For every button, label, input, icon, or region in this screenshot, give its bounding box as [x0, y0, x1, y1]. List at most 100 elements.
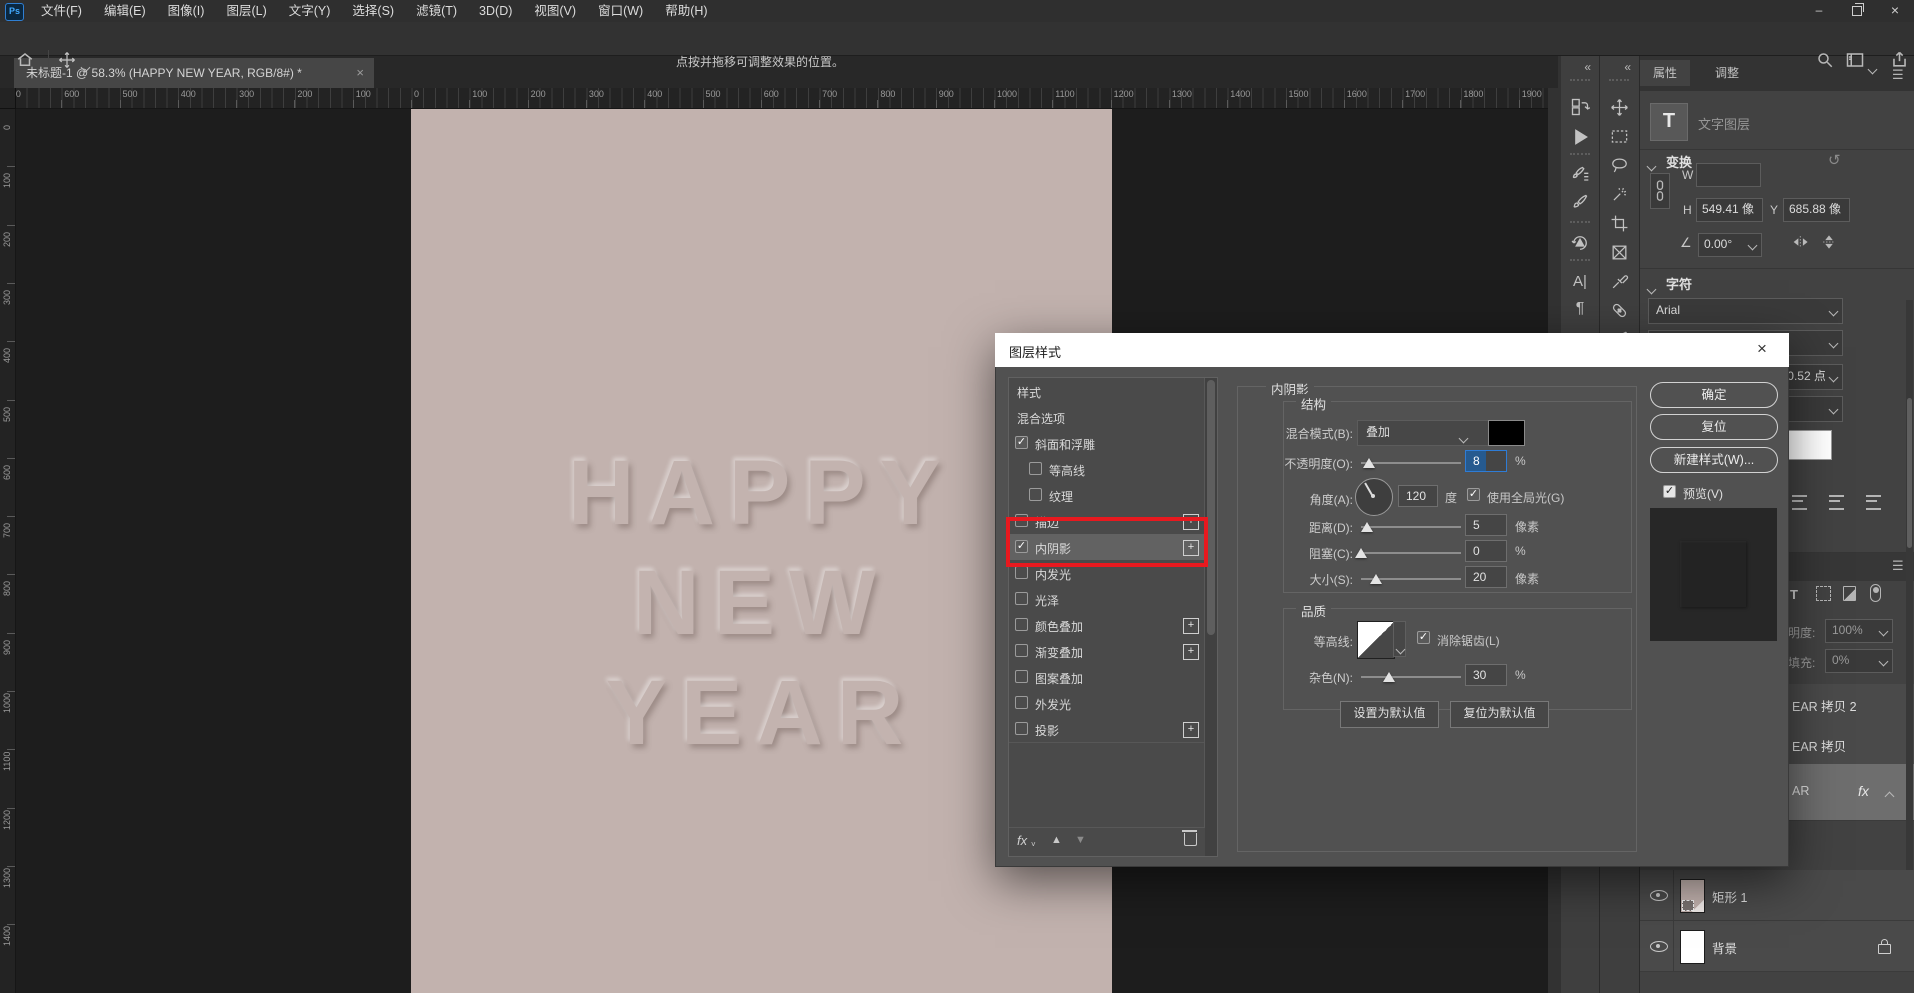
style-row-外发光[interactable]: 外发光 — [1009, 690, 1205, 717]
unchecked-checkbox[interactable] — [1015, 592, 1028, 605]
move-tool-icon[interactable] — [1607, 95, 1631, 119]
align-justify-icon[interactable] — [1829, 495, 1844, 510]
distance-slider-thumb[interactable] — [1361, 522, 1373, 532]
angle-dial[interactable] — [1355, 478, 1393, 516]
choke-value-field[interactable]: 0 — [1465, 540, 1507, 562]
filter-attribute-toggle-icon[interactable] — [1870, 584, 1881, 602]
shadow-color-swatch[interactable] — [1488, 420, 1525, 446]
contour-thumbnail[interactable] — [1357, 621, 1395, 659]
reset-button[interactable]: 复位 — [1650, 414, 1778, 440]
tab-properties[interactable]: 属性 — [1640, 60, 1690, 86]
visibility-eye-icon[interactable] — [1650, 941, 1668, 952]
unchecked-checkbox[interactable] — [1029, 462, 1042, 475]
home-icon[interactable] — [16, 51, 34, 74]
style-row-光泽[interactable]: 光泽 — [1009, 586, 1205, 613]
eyedropper-tool-icon[interactable] — [1607, 269, 1631, 293]
menu-item-4[interactable]: 文字(Y) — [278, 0, 342, 22]
history-panel-icon[interactable] — [1568, 95, 1592, 119]
unchecked-checkbox[interactable] — [1015, 722, 1028, 735]
layers-panel-menu-icon[interactable]: ☰ — [1892, 558, 1904, 574]
ok-button[interactable]: 确定 — [1650, 382, 1778, 408]
menu-item-5[interactable]: 选择(S) — [341, 0, 405, 22]
add-effect-plus-icon[interactable]: + — [1183, 722, 1199, 738]
angle-dropdown-chevron-icon[interactable] — [1744, 233, 1762, 257]
move-effect-up-icon[interactable]: ▲ — [1051, 834, 1062, 846]
crop-tool-icon[interactable] — [1607, 211, 1631, 235]
blend-mode-chevron-icon[interactable] — [1460, 429, 1467, 447]
font-family-field[interactable]: Arial — [1648, 298, 1834, 324]
noise-value-field[interactable]: 30 — [1465, 664, 1507, 686]
magic-wand-tool-icon[interactable] — [1607, 182, 1631, 206]
fill-chevron-icon[interactable] — [1875, 649, 1893, 673]
visibility-eye-icon[interactable] — [1650, 890, 1668, 901]
transform-reset-icon[interactable]: ↺ — [1828, 151, 1841, 169]
opacity-value-field[interactable]: 8 — [1465, 450, 1507, 472]
add-effect-plus-icon[interactable]: + — [1183, 618, 1199, 634]
menu-item-2[interactable]: 图像(I) — [157, 0, 216, 22]
align-right-icon[interactable] — [1866, 495, 1881, 510]
opacity-slider[interactable] — [1361, 462, 1461, 464]
filter-type-icon[interactable]: T — [1790, 587, 1798, 602]
distance-value-field[interactable]: 5 — [1465, 514, 1507, 536]
panel-scrollbar-thumb[interactable] — [1907, 398, 1912, 548]
healing-brush-tool-icon[interactable] — [1607, 298, 1631, 322]
workspace-chevron-icon[interactable] — [1869, 60, 1876, 78]
menu-item-8[interactable]: 视图(V) — [523, 0, 587, 22]
brush-settings-panel-icon[interactable] — [1568, 163, 1592, 187]
rotate-view-icon[interactable] — [1568, 231, 1592, 255]
flip-horizontal-icon[interactable] — [1792, 233, 1810, 256]
noise-slider[interactable] — [1361, 676, 1461, 678]
distance-slider[interactable] — [1361, 526, 1461, 528]
unchecked-checkbox[interactable] — [1015, 696, 1028, 709]
tab-adjustments[interactable]: 调整 — [1702, 60, 1752, 86]
antialias-checkbox[interactable]: ✓ — [1417, 631, 1430, 644]
reset-default-button[interactable]: 复位为默认值 — [1450, 701, 1549, 728]
panel-scrollbar-track[interactable] — [1906, 300, 1913, 870]
menu-item-1[interactable]: 编辑(E) — [93, 0, 157, 22]
global-light-checkbox[interactable]: ✓ — [1467, 488, 1480, 501]
style-row-渐变叠加[interactable]: 渐变叠加+ — [1009, 638, 1205, 665]
tab-close-icon[interactable]: × — [356, 58, 364, 88]
menu-item-6[interactable]: 滤镜(T) — [405, 0, 468, 22]
add-effect-plus-icon[interactable]: + — [1183, 644, 1199, 660]
style-row-颜色叠加[interactable]: 颜色叠加+ — [1009, 612, 1205, 639]
workspace-switcher-icon[interactable] — [1846, 52, 1864, 73]
align-center-icon[interactable] — [1792, 495, 1807, 510]
preview-checkbox[interactable]: ✓ — [1663, 485, 1676, 498]
layer-thumbnail[interactable] — [1680, 930, 1705, 964]
opacity-slider-thumb[interactable] — [1363, 458, 1375, 468]
move-effect-down-icon[interactable]: ▼ — [1075, 834, 1086, 846]
dialog-title-bar[interactable]: 图层样式 × — [995, 333, 1789, 367]
contour-chevron-box[interactable] — [1393, 621, 1406, 657]
actions-play-icon[interactable] — [1568, 125, 1592, 149]
noise-slider-thumb[interactable] — [1383, 672, 1395, 682]
styles-scrollbar-track[interactable] — [1204, 378, 1217, 856]
opacity-chevron-icon[interactable] — [1875, 619, 1893, 643]
unchecked-checkbox[interactable] — [1015, 644, 1028, 657]
ruler-vertical[interactable]: 0100200300400500600700800900100011001200… — [0, 88, 16, 993]
unchecked-checkbox[interactable] — [1015, 618, 1028, 631]
choke-slider-thumb[interactable] — [1355, 548, 1367, 558]
paragraph-mark-icon[interactable]: ¶ — [1568, 297, 1592, 321]
style-row-样式[interactable]: 样式 — [1009, 378, 1205, 405]
font-family-chevron-icon[interactable] — [1825, 298, 1843, 324]
flip-vertical-icon[interactable] — [1820, 233, 1838, 256]
new-style-button[interactable]: 新建样式(W)... — [1650, 447, 1778, 473]
unchecked-checkbox[interactable] — [1015, 566, 1028, 579]
blend-mode-select[interactable]: 叠加 — [1357, 420, 1489, 446]
style-row-等高线[interactable]: 等高线 — [1009, 456, 1205, 483]
size-slider-thumb[interactable] — [1370, 574, 1382, 584]
brushes-panel-icon[interactable] — [1568, 191, 1592, 215]
dialog-close-icon[interactable]: × — [1757, 339, 1767, 359]
character-collapse-chevron-icon[interactable] — [1648, 280, 1655, 298]
menu-item-3[interactable]: 图层(L) — [215, 0, 277, 22]
style-row-纹理[interactable]: 纹理 — [1009, 482, 1205, 509]
menu-item-9[interactable]: 窗口(W) — [587, 0, 654, 22]
minimize-button[interactable]: – — [1800, 0, 1838, 22]
width-field[interactable] — [1696, 163, 1761, 187]
angle-value-field[interactable]: 120 — [1398, 485, 1438, 507]
style-row-图案叠加[interactable]: 图案叠加 — [1009, 664, 1205, 691]
frame-tool-icon[interactable] — [1607, 240, 1631, 264]
link-dimensions-icon[interactable] — [1650, 173, 1670, 209]
y-position-field[interactable]: 685.88 像素 — [1783, 198, 1850, 222]
